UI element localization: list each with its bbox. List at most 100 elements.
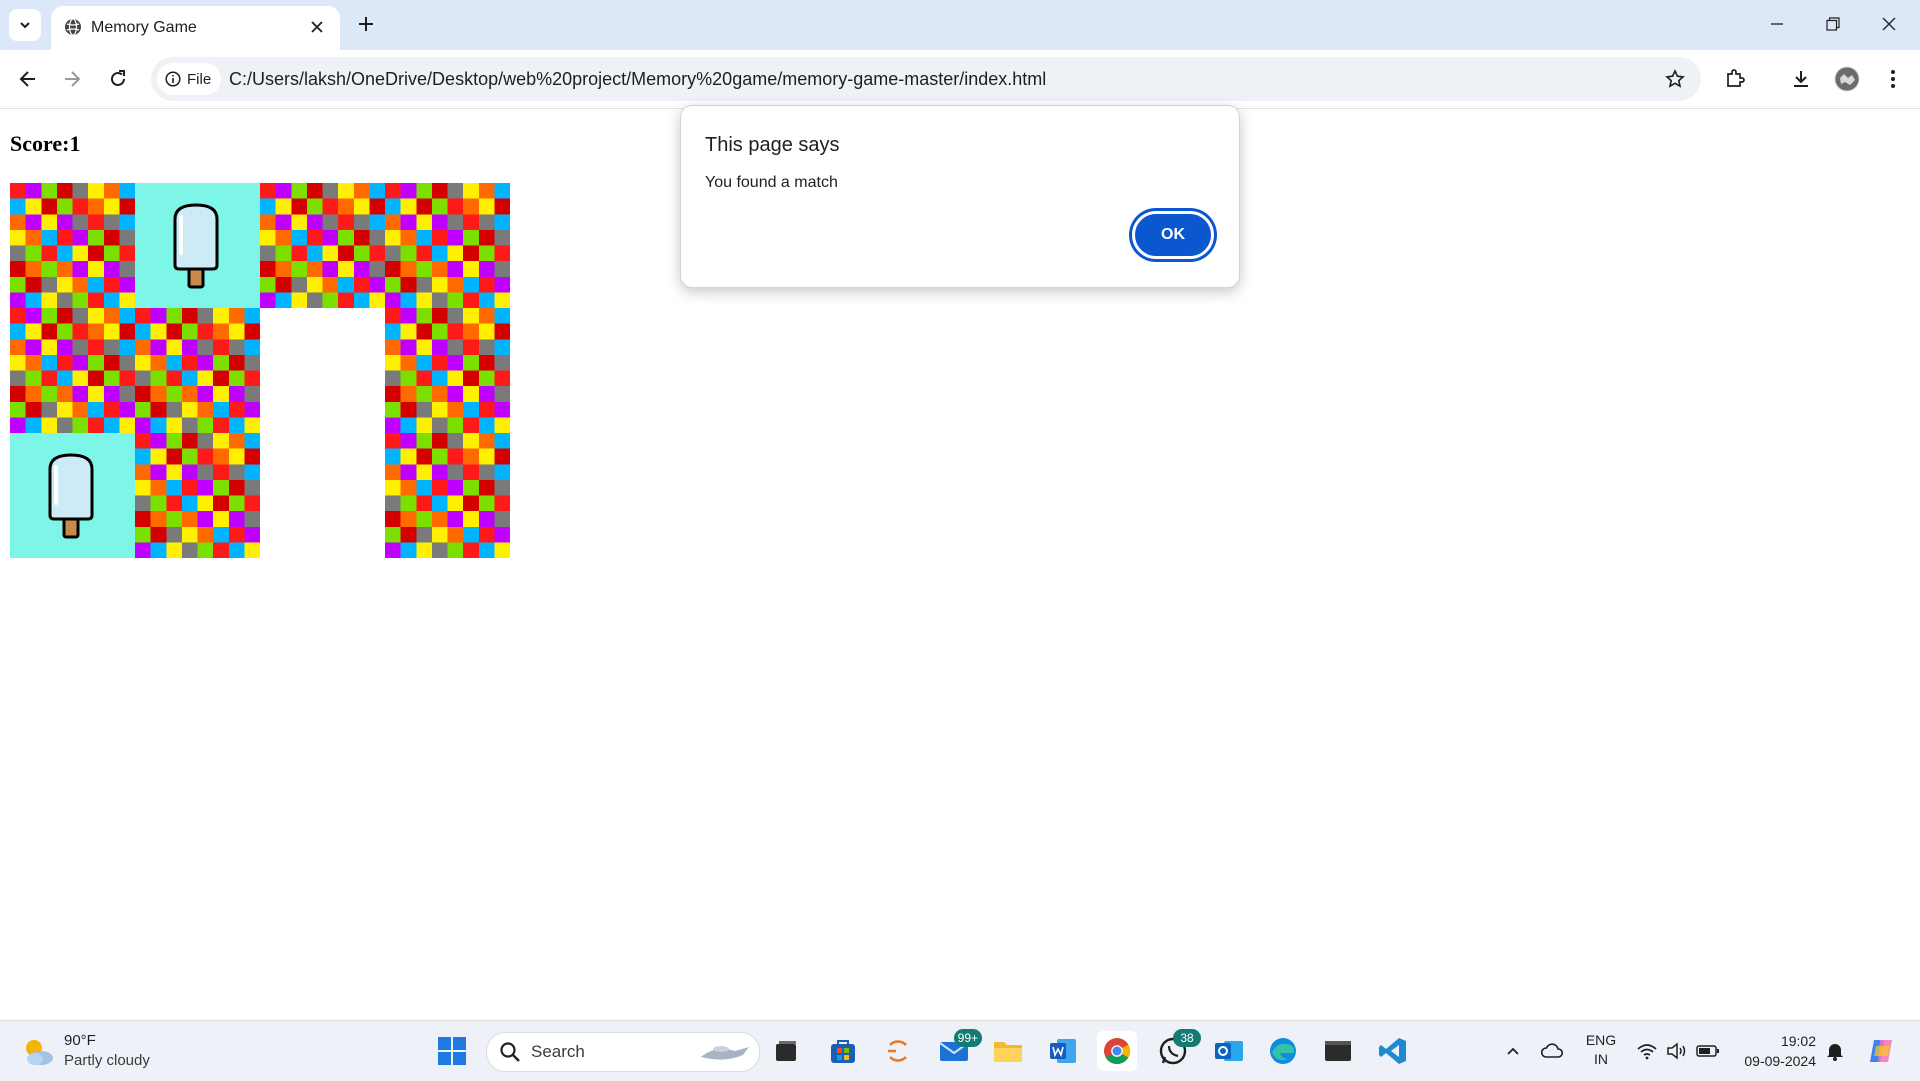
edge-button[interactable] bbox=[1263, 1031, 1303, 1071]
reload-icon bbox=[111, 70, 125, 86]
outlook-icon bbox=[1215, 1041, 1243, 1061]
weather-temperature: 90°F bbox=[64, 1032, 96, 1049]
whatsapp-badge: 38 bbox=[1173, 1029, 1201, 1047]
loading-app-button[interactable] bbox=[878, 1031, 918, 1071]
bell-icon bbox=[1827, 1044, 1843, 1061]
puzzle-icon bbox=[1727, 69, 1745, 87]
site-info-chip[interactable]: File bbox=[157, 63, 222, 95]
minimize-button[interactable] bbox=[1762, 10, 1792, 38]
new-tab-button[interactable] bbox=[353, 11, 379, 37]
game-board bbox=[10, 183, 510, 558]
tab-strip: Memory Game bbox=[0, 0, 1920, 50]
more-vertical-icon bbox=[1891, 70, 1895, 88]
microsoft-store-button[interactable] bbox=[823, 1031, 863, 1071]
vscode-button[interactable] bbox=[1373, 1031, 1413, 1071]
search-placeholder: Search bbox=[531, 1042, 585, 1061]
task-view-button[interactable] bbox=[766, 1031, 806, 1071]
card-back[interactable] bbox=[385, 183, 510, 308]
tab-title: Memory Game bbox=[91, 19, 197, 36]
taskbar-search[interactable]: Search bbox=[486, 1032, 760, 1072]
vscode-icon bbox=[1379, 1038, 1406, 1064]
volume-button[interactable] bbox=[1665, 1039, 1689, 1063]
outlook-button[interactable] bbox=[1209, 1031, 1249, 1071]
extensions-button[interactable] bbox=[1720, 64, 1750, 94]
dialog-message: You found a match bbox=[705, 174, 838, 191]
windows-icon bbox=[438, 1037, 466, 1065]
profile-button[interactable] bbox=[1832, 64, 1862, 94]
card-back[interactable] bbox=[10, 183, 135, 308]
site-info-label: File bbox=[187, 70, 212, 88]
notifications-button[interactable] bbox=[1823, 1039, 1847, 1063]
weather-description: Partly cloudy bbox=[64, 1052, 150, 1069]
cloud-icon bbox=[1540, 1043, 1564, 1058]
chevron-down-icon bbox=[20, 22, 30, 29]
partly-cloudy-icon bbox=[26, 1040, 53, 1065]
chrome-button[interactable] bbox=[1097, 1031, 1137, 1071]
wifi-button[interactable] bbox=[1635, 1039, 1659, 1063]
score-label: Score:1 bbox=[10, 131, 81, 156]
close-window-button[interactable] bbox=[1874, 10, 1904, 38]
card-face[interactable] bbox=[10, 433, 135, 558]
terminal-icon bbox=[1325, 1041, 1351, 1061]
spinner-icon bbox=[888, 1040, 907, 1062]
card-back[interactable] bbox=[260, 183, 385, 308]
language-code: ENG bbox=[1585, 1032, 1617, 1048]
popsicle-icon bbox=[48, 453, 94, 539]
forward-button[interactable] bbox=[57, 64, 87, 94]
browser-menu-button[interactable] bbox=[1878, 64, 1908, 94]
battery-button[interactable] bbox=[1696, 1039, 1720, 1063]
card-removed bbox=[260, 308, 385, 433]
genie-lamp-icon bbox=[701, 1046, 749, 1060]
volume-icon bbox=[1667, 1042, 1686, 1060]
minimize-icon bbox=[1771, 23, 1783, 25]
clock[interactable]: 19:02 09-09-2024 bbox=[1728, 1031, 1816, 1071]
copilot-icon bbox=[1870, 1040, 1892, 1062]
taskbar: 90°F Partly cloudy Search 99+ 38 ENG IN … bbox=[0, 1020, 1920, 1081]
clock-time: 19:02 bbox=[1780, 1033, 1816, 1049]
whatsapp-button[interactable]: 38 bbox=[1153, 1029, 1201, 1071]
arrow-left-icon bbox=[19, 71, 35, 87]
clock-date: 09-09-2024 bbox=[1744, 1053, 1816, 1069]
show-hidden-icons-button[interactable] bbox=[1501, 1039, 1525, 1063]
mail-badge: 99+ bbox=[953, 1029, 982, 1047]
mail-button[interactable]: 99+ bbox=[934, 1029, 982, 1071]
ok-button[interactable]: OK bbox=[1132, 211, 1214, 259]
card-back[interactable] bbox=[10, 308, 135, 433]
word-button[interactable] bbox=[1043, 1031, 1083, 1071]
reload-button[interactable] bbox=[103, 64, 133, 94]
folder-icon bbox=[994, 1042, 1022, 1062]
close-icon bbox=[1882, 17, 1896, 31]
arrow-right-icon bbox=[65, 71, 81, 87]
restore-button[interactable] bbox=[1818, 10, 1848, 38]
card-back[interactable] bbox=[385, 308, 510, 433]
tab-search-button[interactable] bbox=[9, 9, 41, 41]
start-button[interactable] bbox=[432, 1031, 472, 1071]
address-bar[interactable]: File C:/Users/laksh/OneDrive/Desktop/web… bbox=[151, 57, 1701, 101]
url-text[interactable]: C:/Users/laksh/OneDrive/Desktop/web%20pr… bbox=[229, 69, 1046, 90]
back-button[interactable] bbox=[13, 64, 43, 94]
tab-memory-game[interactable]: Memory Game bbox=[51, 6, 340, 50]
language-indicator[interactable]: ENG IN bbox=[1584, 1031, 1618, 1069]
edge-icon bbox=[1270, 1038, 1296, 1064]
bookmark-button[interactable] bbox=[1663, 67, 1687, 91]
wifi-icon bbox=[1637, 1044, 1657, 1060]
close-tab-button[interactable] bbox=[306, 16, 328, 38]
chrome-icon bbox=[1104, 1038, 1131, 1065]
dialog-title: This page says bbox=[705, 134, 840, 156]
globe-icon bbox=[65, 18, 81, 36]
battery-icon bbox=[1696, 1045, 1719, 1057]
card-face[interactable] bbox=[135, 183, 260, 308]
restore-icon bbox=[1826, 17, 1840, 31]
terminal-button[interactable] bbox=[1318, 1031, 1358, 1071]
task-view-icon bbox=[776, 1041, 796, 1061]
card-back[interactable] bbox=[385, 433, 510, 558]
downloads-button[interactable] bbox=[1786, 64, 1816, 94]
star-icon bbox=[1665, 69, 1685, 88]
onedrive-button[interactable] bbox=[1540, 1039, 1564, 1063]
card-back[interactable] bbox=[135, 308, 260, 433]
browser-toolbar: File C:/Users/laksh/OneDrive/Desktop/web… bbox=[0, 50, 1920, 109]
file-explorer-button[interactable] bbox=[988, 1031, 1028, 1071]
card-back[interactable] bbox=[135, 433, 260, 558]
search-icon bbox=[500, 1042, 520, 1062]
copilot-button[interactable] bbox=[1866, 1036, 1896, 1066]
